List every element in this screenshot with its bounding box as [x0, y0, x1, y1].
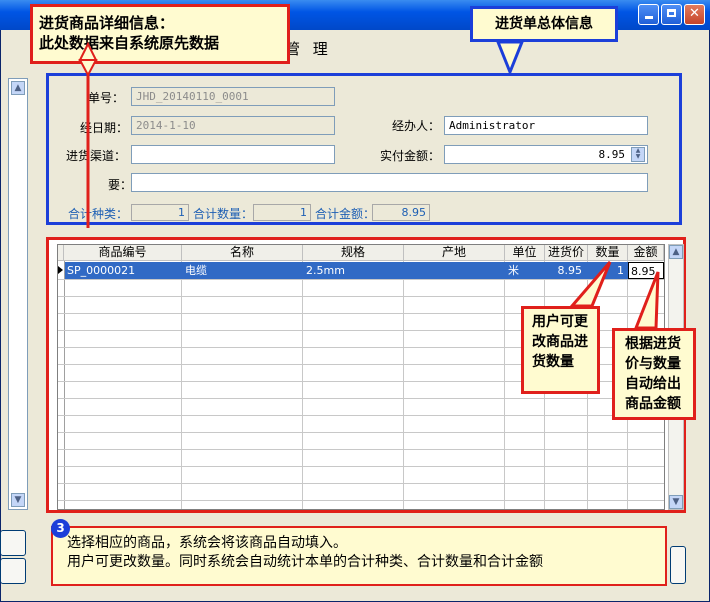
callout-arrows	[78, 40, 660, 330]
bottom-note-line1: 选择相应的商品，系统会将该商品自动填入。	[67, 535, 347, 551]
overall-arrow-head	[495, 40, 525, 77]
detail-arrow-head	[78, 59, 98, 78]
detail-arrow-head	[78, 41, 98, 61]
amount-arrow-head	[633, 271, 660, 330]
bottom-note-line2: 用户可更改数量。同时系统会自动统计本单的合计种类、合计数量和合计金额	[67, 554, 543, 570]
step-badge: 3	[51, 519, 70, 538]
bottom-note: 选择相应的商品，系统会将该商品自动填入。 用户可更改数量。同时系统会自动统计本单…	[51, 526, 667, 586]
qty-arrow-head	[568, 261, 612, 308]
